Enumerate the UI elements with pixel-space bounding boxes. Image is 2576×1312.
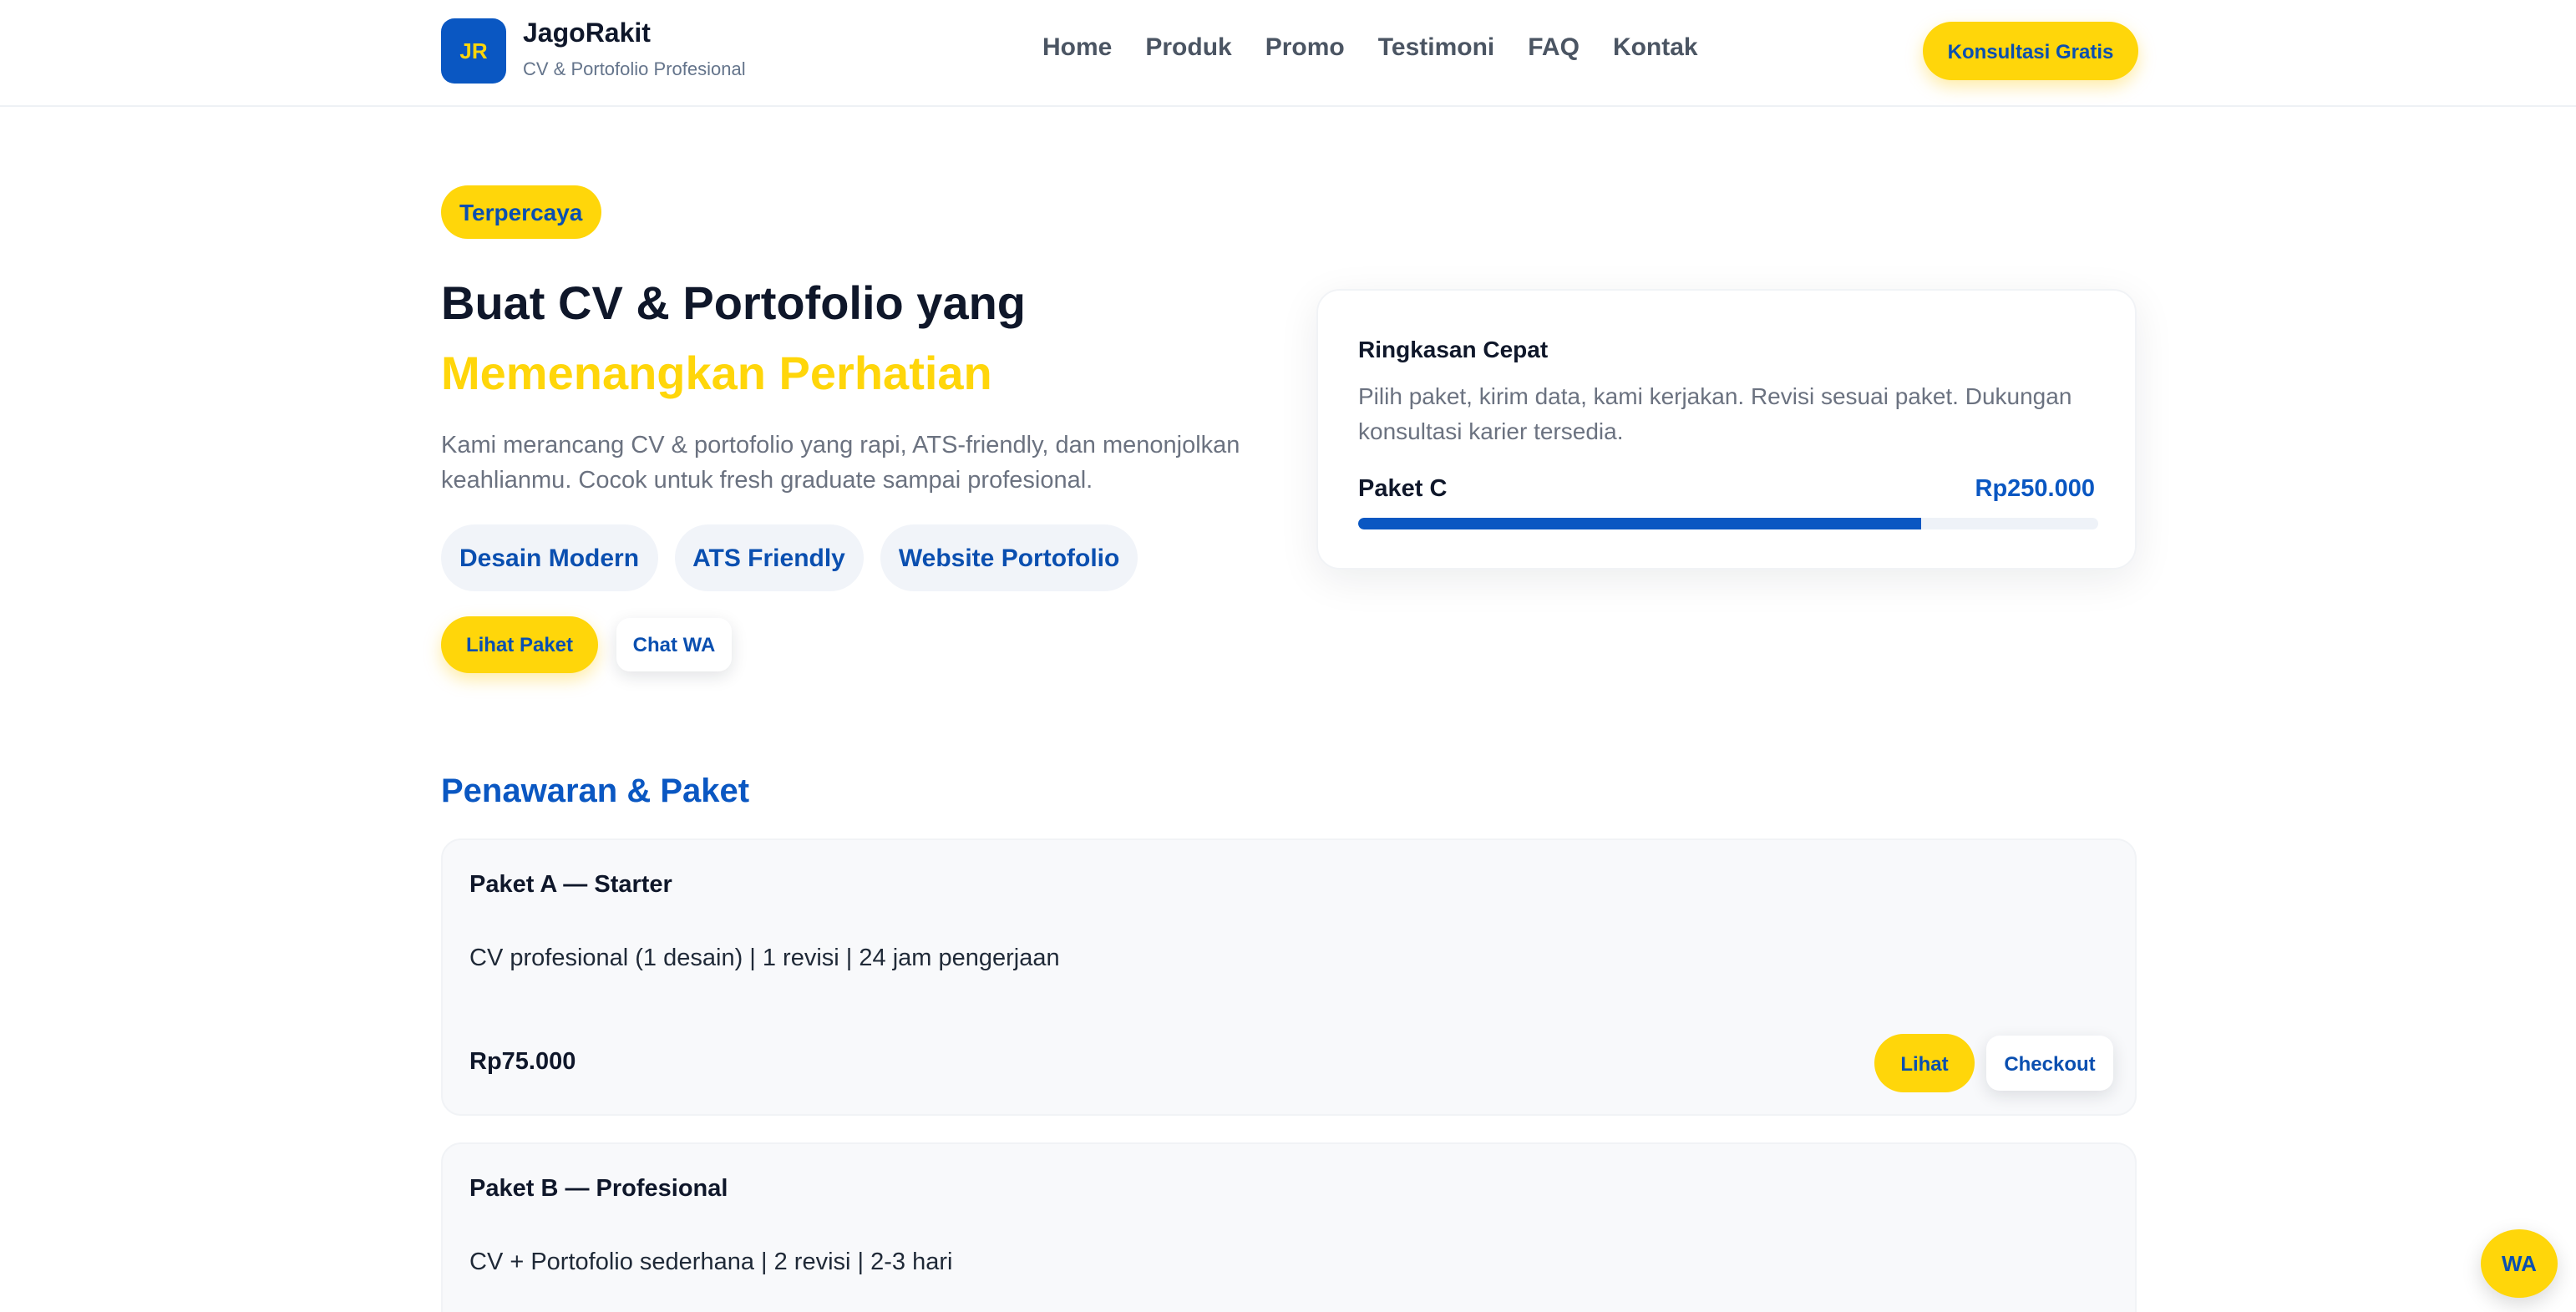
nav-testimoni[interactable]: Testimoni [1378, 33, 1494, 62]
view-packages-button[interactable]: Lihat Paket [441, 616, 598, 673]
nav-promo[interactable]: Promo [1265, 33, 1345, 62]
feature-chips: Desain Modern ATS Friendly Website Porto… [441, 524, 1138, 591]
free-consultation-button[interactable]: Konsultasi Gratis [1923, 22, 2138, 80]
summary-package-price: Rp250.000 [1975, 476, 2096, 503]
package-name: Paket B — Profesional [469, 1176, 728, 1203]
hero-title-highlight: Memenangkan Perhatian [441, 347, 992, 399]
chip-ats-friendly: ATS Friendly [674, 524, 864, 591]
nav-faq[interactable]: FAQ [1528, 33, 1580, 62]
package-checkout-button[interactable]: Checkout [1986, 1036, 2113, 1091]
hero-description: Kami merancang CV & portofolio yang rapi… [441, 433, 1240, 494]
chat-wa-button[interactable]: Chat WA [616, 618, 732, 671]
site-header: JR JagoRakit CV & Portofolio Profesional… [0, 0, 2576, 107]
package-name: Paket A — Starter [469, 872, 672, 899]
package-price: Rp75.000 [469, 1049, 576, 1076]
package-description: CV + Portofolio sederhana | 2 revisi | 2… [469, 1249, 953, 1276]
package-view-button[interactable]: Lihat [1874, 1034, 1975, 1092]
whatsapp-float-button[interactable]: WA [2481, 1229, 2558, 1298]
summary-progress-fill [1358, 518, 1921, 529]
summary-title: Ringkasan Cepat [1358, 336, 1549, 362]
nav-produk[interactable]: Produk [1145, 33, 1231, 62]
quick-summary-card: Ringkasan Cepat Pilih paket, kirim data,… [1316, 289, 2137, 570]
main-nav: Home Produk Promo Testimoni FAQ Kontak [1042, 33, 1698, 62]
packages-section-title: Penawaran & Paket [441, 773, 750, 810]
hero-title: Buat CV & Portofolio yang Memenangkan Pe… [441, 269, 1026, 409]
package-card: Paket A — Starter CV profesional (1 desa… [441, 838, 2137, 1116]
brand-logo[interactable]: JR [441, 18, 506, 84]
summary-description: Pilih paket, kirim data, kami kerjakan. … [1358, 382, 2072, 444]
brand-tagline: CV & Portofolio Profesional [523, 60, 746, 80]
hero-title-line1: Buat CV & Portofolio yang [441, 277, 1026, 329]
nav-home[interactable]: Home [1042, 33, 1112, 62]
summary-package-name: Paket C [1358, 476, 1448, 503]
package-card: Paket B — Profesional CV + Portofolio se… [441, 1142, 2137, 1312]
chip-portfolio-website: Website Portofolio [880, 524, 1138, 591]
summary-progress-bar [1358, 518, 2098, 529]
nav-kontak[interactable]: Kontak [1613, 33, 1698, 62]
trusted-badge: Terpercaya [441, 185, 601, 239]
brand-name: JagoRakit [523, 20, 651, 48]
page: JR JagoRakit CV & Portofolio Profesional… [0, 0, 2576, 1312]
chip-modern-design: Desain Modern [441, 524, 658, 591]
package-description: CV profesional (1 desain) | 1 revisi | 2… [469, 945, 1060, 972]
